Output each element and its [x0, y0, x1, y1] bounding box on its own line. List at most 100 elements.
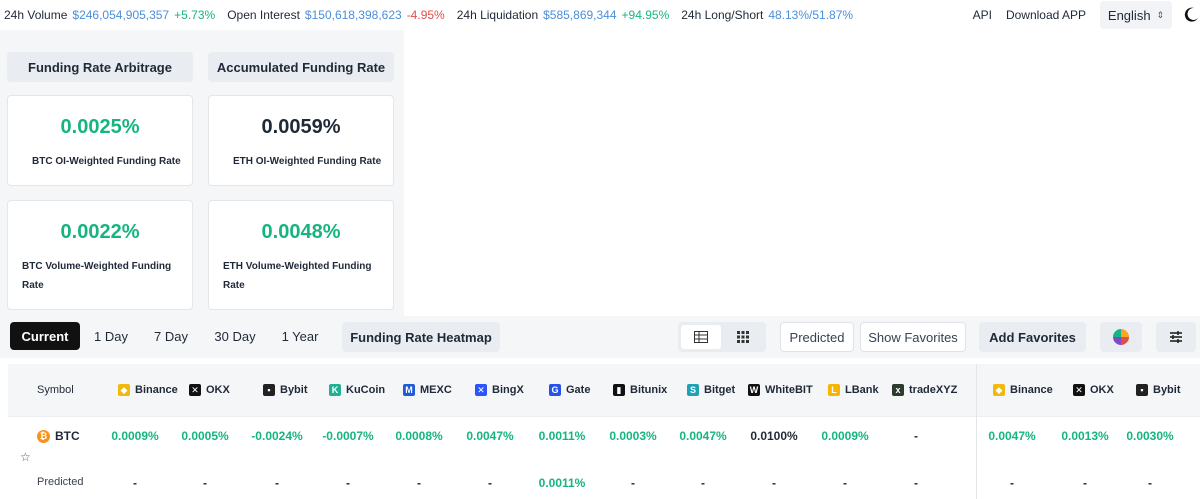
exchange-header-whitebit[interactable]: W WhiteBIT [748, 364, 813, 416]
exchange-name: KuCoin [346, 384, 386, 396]
exchange-name: Gate [566, 384, 591, 396]
eth-volume-weighted-value: 0.0048% [261, 221, 341, 243]
tab-current[interactable]: Current [10, 322, 80, 350]
predicted-cell: - [133, 476, 137, 490]
predicted-cell: - [417, 476, 421, 490]
eth-oi-weighted-card: 0.0059% ETH OI-Weighted Funding Rate [208, 95, 394, 186]
stat-item: 24h Long/Short 48.13%/51.87% [681, 8, 858, 22]
grid-view-icon[interactable] [723, 325, 763, 349]
rate-cell: 0.0005% [181, 429, 229, 443]
rate-cell: 0.0030% [1126, 429, 1174, 443]
exchange-header-mexc[interactable]: M MEXC [403, 364, 452, 416]
funding-table-header: Symbol ◆ Binance ✕ OKX ▪ Bybit K KuCoin M MEXC ✕ Bi… [8, 364, 1200, 416]
rate-cell: 0.0047% [466, 429, 514, 443]
predicted-cell: - [772, 476, 776, 490]
rate-cell: - [914, 429, 918, 443]
rate-cell: 0.0008% [395, 429, 443, 443]
exchange-header-bybit[interactable]: ▪ Bybit [263, 364, 308, 416]
eth-oi-weighted-value: 0.0059% [261, 116, 341, 138]
okx-icon: ✕ [1073, 384, 1085, 396]
predicted-cell: - [346, 476, 350, 490]
language-select[interactable]: English ⇕ [1100, 1, 1172, 29]
tab-1-year[interactable]: 1 Year [272, 322, 328, 350]
exchange-name: LBank [845, 384, 879, 396]
bybit-icon: ▪ [263, 384, 275, 396]
binance-icon: ◆ [993, 384, 1005, 396]
moon-icon[interactable] [1182, 6, 1200, 24]
star-favorite-icon[interactable]: ☆ [20, 450, 31, 464]
exchange-name: Bitunix [630, 384, 668, 396]
exchange-header-bitget[interactable]: S Bitget [687, 364, 735, 416]
color-wheel-icon [1113, 329, 1129, 345]
exchange-name: OKX [206, 384, 230, 396]
exchange-header-tradexyz[interactable]: x tradeXYZ [892, 364, 957, 416]
rate-cell: -0.0024% [251, 429, 303, 443]
stat-item: Open Interest $150,618,398,623 -4.95% [227, 8, 445, 22]
show-favorites-button[interactable]: Show Favorites [860, 322, 966, 352]
gate-icon: G [549, 384, 561, 396]
rate-cell: 0.0009% [821, 429, 869, 443]
eth-oi-weighted-label: ETH OI-Weighted Funding Rate [233, 156, 382, 167]
table-view-icon[interactable] [681, 325, 721, 349]
funding-summary-panel: Funding Rate Arbitrage Accumulated Fundi… [0, 30, 404, 320]
predicted-button[interactable]: Predicted [780, 322, 854, 352]
exchange-name: Binance [135, 384, 178, 396]
exchange-name: Bybit [280, 384, 308, 396]
exchange-header-kucoin[interactable]: K KuCoin [329, 364, 385, 416]
eth-volume-weighted-label-line2: Rate [223, 280, 245, 291]
rate-cell: 0.0009% [111, 429, 159, 443]
exchange-header-lbank[interactable]: L LBank [828, 364, 879, 416]
funding-rate-heatmap-button[interactable]: Funding Rate Heatmap [342, 322, 500, 352]
exchange-header-okx[interactable]: ✕ OKX [189, 364, 230, 416]
exchange-header-bitunix[interactable]: ▮ Bitunix [613, 364, 667, 416]
language-label: English [1107, 7, 1151, 23]
exchange-name: Bitget [704, 384, 736, 396]
predicted-cell: - [631, 476, 635, 490]
exchange-header-okx[interactable]: ✕ OKX [1073, 364, 1114, 416]
predicted-cell: - [1083, 476, 1087, 490]
tab-7-day[interactable]: 7 Day [144, 322, 198, 350]
tab-1-day[interactable]: 1 Day [84, 322, 138, 350]
exchange-header-bybit[interactable]: ▪ Bybit [1136, 364, 1181, 416]
color-palette-button[interactable] [1100, 322, 1142, 352]
api-link[interactable]: API [973, 8, 992, 22]
predicted-cell: - [1148, 476, 1152, 490]
stat-change: +5.73% [174, 8, 216, 22]
predicted-cell: - [914, 476, 918, 490]
whitebit-icon: W [748, 384, 760, 396]
download-app-link[interactable]: Download APP [1006, 8, 1086, 22]
exchange-name: OKX [1090, 384, 1114, 396]
stat-item: 24h Volume $246,054,905,357 +5.73% [4, 8, 215, 22]
predicted-cell: - [275, 476, 279, 490]
exchange-header-binance[interactable]: ◆ Binance [118, 364, 178, 416]
btc-coin-icon: ₿ [37, 429, 50, 443]
lbank-icon: L [828, 384, 840, 396]
binance-icon: ◆ [118, 384, 130, 396]
table-row-btc[interactable]: ₿ BTC ☆ 0.0009% 0.0005% -0.0024% -0.0007% 0.… [8, 417, 1200, 467]
exchange-header-gate[interactable]: G Gate [549, 364, 590, 416]
stat-value: $150,618,398,623 [304, 8, 402, 22]
exchange-header-binance[interactable]: ◆ Binance [993, 364, 1053, 416]
exchange-name: Binance [1010, 384, 1053, 396]
predicted-cell: - [1010, 476, 1014, 490]
add-favorites-button[interactable]: Add Favorites [979, 322, 1086, 352]
stat-label: 24h Long/Short [681, 8, 764, 22]
btc-volume-weighted-label-line2: Rate [22, 280, 44, 291]
accumulated-funding-rate-button[interactable]: Accumulated Funding Rate [208, 52, 394, 82]
view-toggle [678, 322, 766, 352]
exchange-name: tradeXYZ [909, 384, 958, 396]
symbol-label: BTC [55, 429, 80, 443]
tab-30-day[interactable]: 30 Day [206, 322, 264, 350]
predicted-cell: - [843, 476, 847, 490]
exchange-header-bingx[interactable]: ✕ BingX [475, 364, 524, 416]
exchange-name: WhiteBIT [765, 384, 813, 396]
rate-cell: 0.0013% [1061, 429, 1109, 443]
rate-cell: 0.0003% [609, 429, 657, 443]
bybit-icon: ▪ [1136, 384, 1148, 396]
settings-button[interactable] [1156, 322, 1196, 352]
symbol-header: Symbol [37, 384, 74, 396]
mexc-icon: M [403, 384, 415, 396]
predicted-row-label: Predicted [37, 476, 84, 488]
rate-cell: 0.0100% [750, 429, 798, 443]
funding-rate-arbitrage-button[interactable]: Funding Rate Arbitrage [7, 52, 193, 82]
